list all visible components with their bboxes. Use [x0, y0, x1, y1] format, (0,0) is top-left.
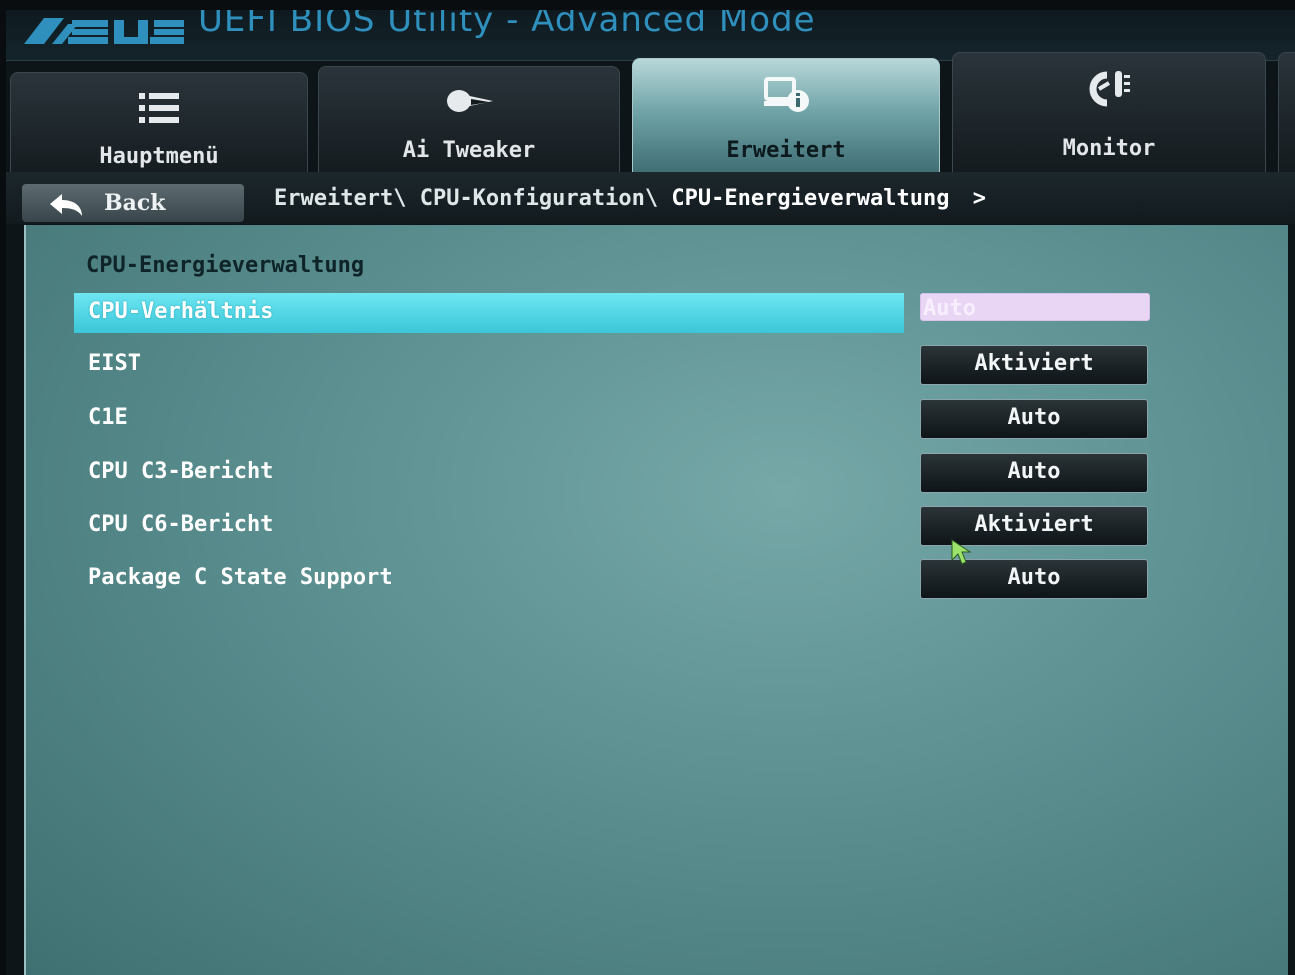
- breadcrumb-chevron: >: [972, 186, 987, 211]
- cpu-ratio-input[interactable]: Auto: [920, 293, 1150, 321]
- setting-row-package-c-state[interactable]: Package C State Support Auto: [74, 559, 1174, 601]
- back-label: Back: [104, 190, 166, 216]
- back-button[interactable]: Back: [22, 184, 244, 222]
- setting-label: C1E: [88, 405, 128, 430]
- c1e-dropdown[interactable]: Auto: [920, 399, 1148, 439]
- tab-label: Erweitert: [726, 138, 846, 163]
- back-arrow-icon: [50, 194, 82, 216]
- setting-row-cpu-ratio[interactable]: CPU-Verhältnis Auto: [74, 293, 1174, 335]
- list-icon: [139, 93, 179, 123]
- navigation-bar: Back Erweitert\ CPU-Konfiguration\ CPU-E…: [6, 172, 1295, 224]
- tab-ai-tweaker[interactable]: Ai Tweaker: [318, 66, 620, 177]
- setting-row-eist[interactable]: EIST Aktiviert: [74, 345, 1174, 387]
- tab-label: Ai Tweaker: [402, 138, 536, 163]
- setting-label: CPU C3-Bericht: [88, 459, 274, 484]
- setting-row-cpu-c3-report[interactable]: CPU C3-Bericht Auto: [74, 453, 1174, 495]
- asus-logo: [24, 18, 184, 44]
- thermometer-icon: [1089, 71, 1130, 107]
- mouse-cursor-icon: [951, 539, 972, 565]
- breadcrumb-item-erweitert[interactable]: Erweitert\: [274, 186, 406, 211]
- setting-label: CPU C6-Bericht: [88, 512, 274, 537]
- setting-label: EIST: [88, 351, 141, 376]
- eist-dropdown[interactable]: Aktiviert: [920, 345, 1148, 385]
- tab-monitor[interactable]: Monitor: [952, 52, 1266, 175]
- setting-label: Package C State Support: [88, 565, 393, 590]
- setting-row-cpu-c6-report[interactable]: CPU C6-Bericht Aktiviert: [74, 506, 1174, 548]
- breadcrumb: Erweitert\ CPU-Konfiguration\ CPU-Energi…: [274, 186, 986, 211]
- breadcrumb-item-cpu-konfiguration[interactable]: CPU-Konfiguration\: [420, 186, 658, 211]
- setting-label: CPU-Verhältnis: [88, 299, 274, 324]
- tab-erweitert[interactable]: Erweitert: [632, 58, 940, 177]
- bios-screen: UEFI BIOS Utility - Advanced Mode Hauptm…: [6, 10, 1295, 975]
- settings-panel: CPU-Energieverwaltung CPU-Verhältnis Aut…: [24, 225, 1288, 975]
- tab-hauptmenu[interactable]: Hauptmenü: [10, 72, 308, 183]
- app-title: UEFI BIOS Utility - Advanced Mode: [198, 10, 816, 40]
- tab-label: Hauptmenü: [99, 144, 219, 169]
- setting-row-c1e[interactable]: C1E Auto: [74, 399, 1174, 441]
- breadcrumb-item-current: CPU-Energieverwaltung: [671, 186, 950, 211]
- section-title: CPU-Energieverwaltung: [86, 253, 365, 278]
- advanced-info-icon: [764, 77, 809, 112]
- tab-label: Monitor: [1062, 136, 1156, 161]
- cpu-c3-report-dropdown[interactable]: Auto: [920, 453, 1148, 493]
- tab-more[interactable]: [1278, 52, 1295, 175]
- comet-icon: [447, 90, 493, 112]
- main-tabs: Hauptmenü Ai Tweaker Erweitert Monitor: [6, 52, 1295, 183]
